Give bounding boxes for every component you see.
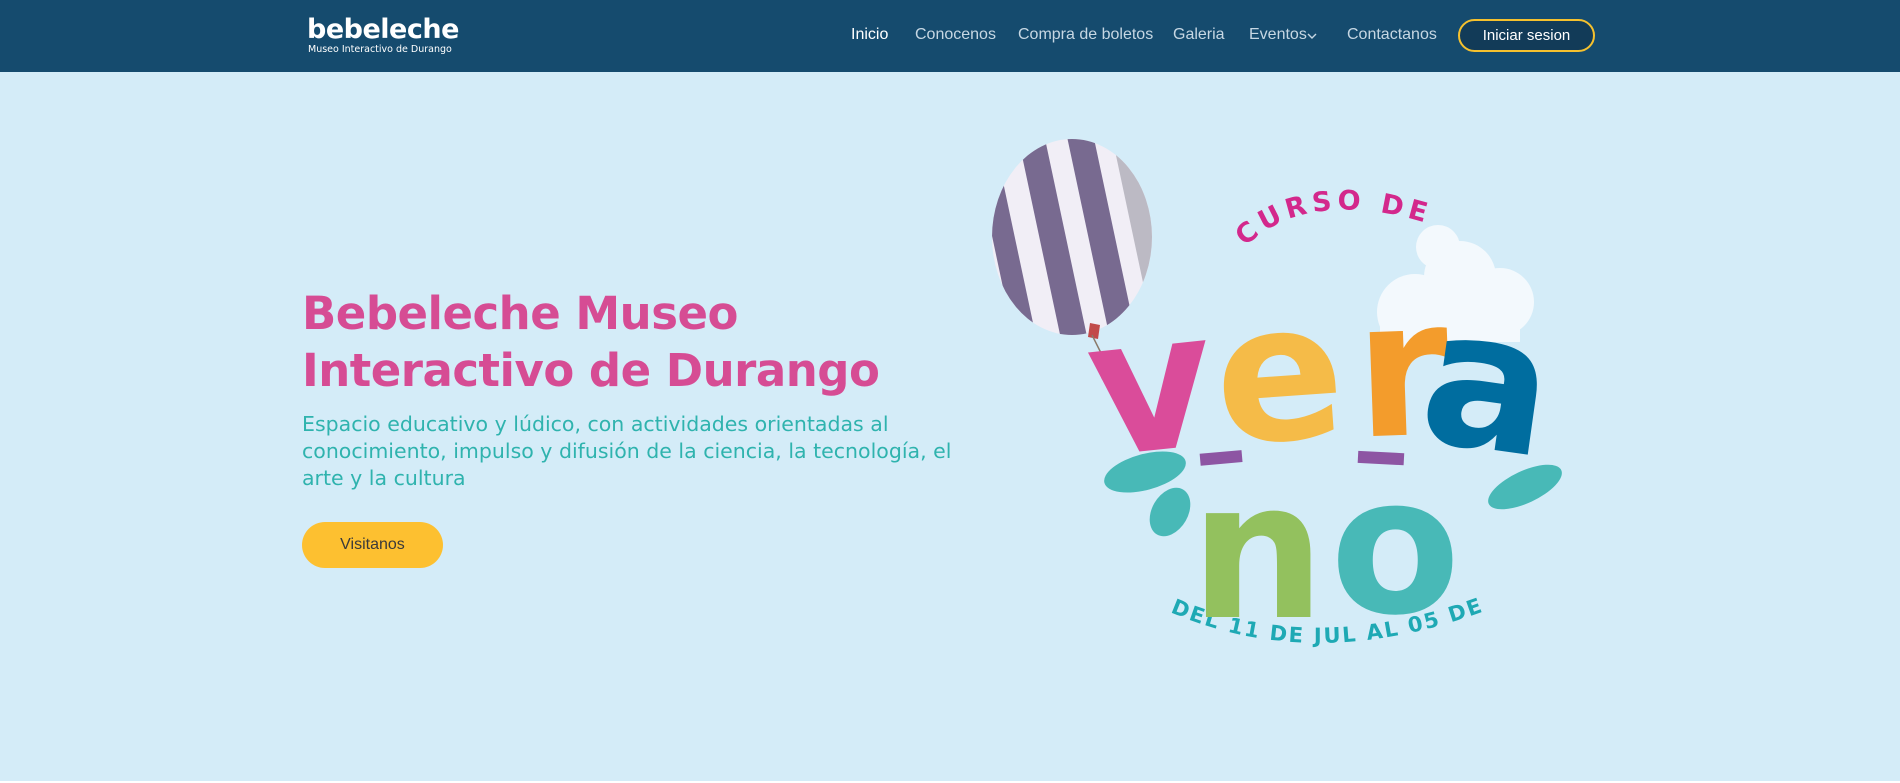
nav-link-inicio[interactable]: Inicio <box>851 26 888 44</box>
visitanos-button[interactable]: Visitanos <box>302 522 443 568</box>
logo-subtitle: Museo Interactivo de Durango <box>308 44 452 55</box>
nav-link-eventos[interactable]: Eventos <box>1249 26 1307 44</box>
login-button[interactable]: Iniciar sesion <box>1458 19 1595 52</box>
promo-top-text: CURSO DE <box>1230 185 1436 252</box>
top-navbar: bebeleche Museo Interactivo de Durango I… <box>0 0 1900 72</box>
nav-link-contactanos[interactable]: Contactanos <box>1347 26 1437 44</box>
hero-section: Bebeleche Museo Interactivo de Durango E… <box>0 72 1900 781</box>
hero-description: Espacio educativo y lúdico, con activida… <box>302 412 952 490</box>
chevron-down-icon[interactable] <box>1306 30 1318 42</box>
bebeleche-logo[interactable]: bebeleche Museo Interactivo de Durango <box>307 14 459 58</box>
nav-link-galeria[interactable]: Galeria <box>1173 26 1225 44</box>
summer-course-illustration: CURSO DE DEL 11 DE JUL AL 05 DE AGO v e … <box>960 117 1567 662</box>
letter-o: o <box>1330 436 1461 657</box>
letter-n: n <box>1190 441 1325 662</box>
hero-title: Bebeleche Museo Interactivo de Durango <box>302 287 880 397</box>
nav-link-compra-de-boletos[interactable]: Compra de boletos <box>1018 26 1153 44</box>
logo-wordmark: bebeleche <box>307 14 459 45</box>
nav-link-conocenos[interactable]: Conocenos <box>915 26 996 44</box>
